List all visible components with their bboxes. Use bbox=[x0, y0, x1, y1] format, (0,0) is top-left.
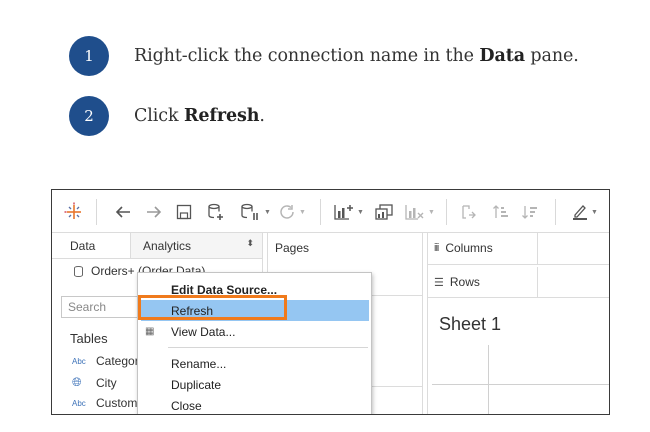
tableau-logo-icon[interactable] bbox=[64, 201, 84, 223]
sort-ascending-icon[interactable] bbox=[492, 201, 510, 223]
up-down-arrows-icon: ⬍ bbox=[246, 238, 254, 248]
shelf-divider bbox=[537, 233, 538, 264]
menu-item-label: View Data... bbox=[171, 325, 236, 339]
save-icon[interactable] bbox=[176, 201, 192, 223]
columns-label: Columns bbox=[445, 241, 493, 255]
chevron-down-icon: ▼ bbox=[591, 208, 598, 216]
menu-item-rename[interactable]: Rename... bbox=[138, 353, 371, 374]
step-text-part: Right-click the connection name in the bbox=[134, 46, 480, 66]
chevron-down-icon: ▼ bbox=[428, 208, 435, 216]
view-axis-line bbox=[432, 384, 609, 385]
columns-icon: iii bbox=[434, 242, 439, 254]
shelf-divider bbox=[537, 267, 538, 297]
tables-heading: Tables bbox=[70, 331, 108, 346]
toolbar-separator bbox=[555, 199, 556, 225]
toolbar: ▼ ▼ ▼ ▼ ▼ bbox=[52, 190, 609, 233]
tab-analytics[interactable]: Analytics ⬍ bbox=[130, 233, 262, 259]
step-number-badge: 1 bbox=[69, 36, 109, 76]
field-item[interactable]: Abc Category bbox=[72, 354, 145, 368]
sort-descending-icon[interactable] bbox=[521, 201, 539, 223]
tab-data[interactable]: Data bbox=[52, 233, 130, 259]
table-grid-icon: ▦ bbox=[145, 326, 155, 337]
string-type-icon: Abc bbox=[72, 356, 86, 366]
new-data-source-icon[interactable] bbox=[207, 201, 225, 223]
field-item[interactable]: 🌐︎ City bbox=[72, 375, 117, 390]
duplicate-icon[interactable] bbox=[374, 201, 394, 223]
step-text: Click Refresh. bbox=[134, 106, 265, 126]
step-text-bold: Refresh bbox=[183, 106, 260, 126]
new-worksheet-icon[interactable]: ▼ bbox=[333, 201, 364, 223]
database-icon bbox=[74, 265, 83, 277]
panel-divider bbox=[427, 233, 428, 414]
tableau-screenshot: ▼ ▼ ▼ ▼ ▼ Data Analytics ⬍ Orders+ (Orde… bbox=[51, 189, 610, 415]
menu-separator bbox=[168, 347, 368, 348]
pause-updates-icon[interactable]: ▼ bbox=[240, 201, 271, 223]
step-2: 2 Click Refresh. bbox=[69, 96, 265, 136]
tab-analytics-label: Analytics bbox=[143, 239, 192, 253]
string-type-icon: Abc bbox=[72, 398, 86, 408]
shelf-divider bbox=[427, 264, 609, 265]
rows-icon: ☰ bbox=[434, 276, 444, 289]
toolbar-separator bbox=[96, 199, 97, 225]
chevron-down-icon: ▼ bbox=[357, 208, 364, 216]
pages-shelf-label[interactable]: Pages bbox=[275, 241, 309, 255]
shelf-divider bbox=[427, 297, 609, 298]
highlight-icon[interactable]: ▼ bbox=[571, 201, 598, 223]
step-text-part: pane. bbox=[524, 46, 579, 66]
step-text: Right-click the connection name in the D… bbox=[134, 46, 579, 66]
menu-item-view-data[interactable]: ▦ View Data... bbox=[138, 321, 371, 342]
toolbar-separator bbox=[320, 199, 321, 225]
refresh-callout-box bbox=[138, 295, 287, 320]
back-arrow-icon[interactable] bbox=[114, 201, 132, 223]
step-text-bold: Data bbox=[479, 46, 525, 66]
panel-divider bbox=[422, 233, 423, 414]
chevron-down-icon: ▼ bbox=[299, 208, 306, 216]
menu-item-duplicate[interactable]: Duplicate bbox=[138, 374, 371, 395]
view-axis-line bbox=[488, 345, 489, 414]
step-text-part: . bbox=[259, 106, 265, 126]
chevron-down-icon: ▼ bbox=[264, 208, 271, 216]
sheet-title[interactable]: Sheet 1 bbox=[439, 314, 501, 335]
search-input[interactable]: Search bbox=[61, 296, 141, 318]
step-text-part: Click bbox=[134, 106, 184, 126]
step-number-badge: 2 bbox=[69, 96, 109, 136]
rows-shelf[interactable]: ☰ Rows bbox=[434, 275, 480, 289]
field-name: City bbox=[96, 375, 117, 390]
columns-shelf[interactable]: iii Columns bbox=[434, 241, 493, 255]
rows-label: Rows bbox=[449, 275, 480, 289]
clear-sheet-icon[interactable]: ▼ bbox=[404, 201, 435, 223]
toolbar-separator bbox=[446, 199, 447, 225]
context-menu: Edit Data Source... Refresh ▦ View Data.… bbox=[137, 272, 372, 414]
globe-icon: 🌐︎ bbox=[72, 375, 82, 389]
refresh-icon[interactable]: ▼ bbox=[277, 201, 306, 223]
step-1: 1 Right-click the connection name in the… bbox=[69, 36, 579, 76]
swap-icon[interactable] bbox=[460, 201, 478, 223]
menu-item-close[interactable]: Close bbox=[138, 395, 371, 414]
forward-arrow-icon[interactable] bbox=[145, 201, 163, 223]
data-pane-tabs: Data Analytics ⬍ bbox=[52, 233, 262, 259]
